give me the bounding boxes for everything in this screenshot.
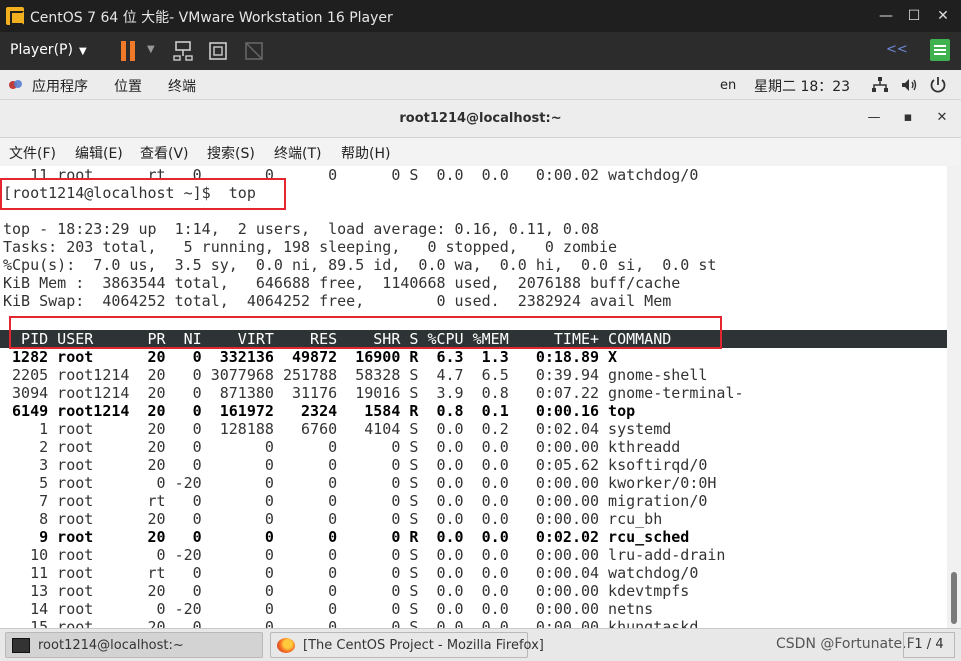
menu-terminal[interactable]: 终端(T) — [274, 143, 321, 163]
terminal-title-bar: root1214@localhost:~ — ▪ ✕ — [0, 100, 961, 138]
top-mem-line: KiB Mem : 3863544 total, 646688 free, 11… — [3, 274, 681, 292]
applications-icon — [9, 79, 23, 91]
top-cpu-line: %Cpu(s): 7.0 us, 3.5 sy, 0.0 ni, 89.5 id… — [3, 256, 717, 274]
back-arrows-icon[interactable]: << — [886, 42, 908, 57]
vmware-title-bar: CentOS 7 64 位 大能- VMware Workstation 16 … — [0, 0, 961, 32]
firefox-icon — [277, 638, 295, 653]
applications-menu[interactable]: 应用程序 — [32, 76, 88, 96]
menu-file[interactable]: 文件(F) — [9, 143, 56, 163]
menu-edit[interactable]: 编辑(E) — [75, 143, 123, 163]
header-annotation-box — [9, 316, 722, 349]
player-menu-label: Player(P) — [10, 42, 73, 58]
clock[interactable]: 星期二 18：23 — [754, 76, 850, 96]
top-swap-line: KiB Swap: 4064252 total, 4064252 free, 0… — [3, 292, 672, 310]
terminal-minimize-button[interactable]: — — [866, 110, 882, 125]
menu-help[interactable]: 帮助(H) — [341, 143, 390, 163]
task-terminal[interactable]: root1214@localhost:~ — [5, 632, 263, 658]
volume-icon[interactable] — [900, 76, 918, 94]
scrollbar-thumb[interactable] — [951, 572, 957, 624]
process-row: 10 root 0 -20 0 0 0 S 0.0 0.0 0:00.00 lr… — [3, 546, 726, 564]
terminal-close-button[interactable]: ✕ — [934, 110, 950, 125]
places-menu[interactable]: 位置 — [114, 76, 142, 96]
gnome-top-panel: 应用程序 位置 终端 en 星期二 18：23 — [0, 70, 961, 100]
terminal-scrollbar[interactable] — [947, 166, 961, 628]
top-uptime-line: top - 18:23:29 up 1:14, 2 users, load av… — [3, 220, 600, 238]
process-row: 7 root rt 0 0 0 0 S 0.0 0.0 0:00.00 migr… — [3, 492, 708, 510]
maximize-button[interactable]: ☐ — [904, 6, 924, 26]
process-row: 8 root 20 0 0 0 0 S 0.0 0.0 0:00.00 rcu_… — [3, 510, 663, 528]
process-row: 5 root 0 -20 0 0 0 S 0.0 0.0 0:00.00 kwo… — [3, 474, 717, 492]
process-row: 6149 root1214 20 0 161972 2324 1584 R 0.… — [3, 402, 636, 420]
task-firefox-label: [The CentOS Project - Mozilla Firefox] — [303, 638, 544, 653]
prompt-annotation-box — [0, 178, 286, 210]
task-terminal-label: root1214@localhost:~ — [38, 638, 184, 653]
top-tasks-line: Tasks: 203 total, 5 running, 198 sleepin… — [3, 238, 618, 256]
vmware-logo-icon — [6, 7, 24, 25]
menu-search[interactable]: 搜索(S) — [207, 143, 255, 163]
process-row: 9 root 20 0 0 0 0 R 0.0 0.0 0:02.02 rcu_… — [3, 528, 690, 546]
process-row: 11 root rt 0 0 0 0 S 0.0 0.0 0:00.04 wat… — [3, 564, 699, 582]
notes-icon[interactable] — [930, 39, 950, 61]
process-row: 3 root 20 0 0 0 0 S 0.0 0.0 0:05.62 ksof… — [3, 456, 708, 474]
terminal-menu-launcher[interactable]: 终端 — [168, 76, 196, 96]
process-row: 1282 root 20 0 332136 49872 16900 R 6.3 … — [3, 348, 618, 366]
network-icon[interactable] — [871, 76, 889, 94]
pause-dropdown-chevron-icon[interactable]: ▼ — [147, 44, 155, 55]
process-row: 13 root 20 0 0 0 0 S 0.0 0.0 0:00.00 kde… — [3, 582, 690, 600]
vmware-window-title: CentOS 7 64 位 大能- VMware Workstation 16 … — [30, 10, 393, 26]
taskbar: root1214@localhost:~ [The CentOS Project… — [0, 628, 961, 661]
send-ctrl-alt-del-icon[interactable] — [172, 40, 194, 62]
vmware-toolbar: Player(P) ▼ ▼ << — [0, 32, 961, 70]
process-row: 1 root 20 0 128188 6760 4104 S 0.0 0.2 0… — [3, 420, 672, 438]
full-screen-icon[interactable] — [207, 40, 229, 62]
player-menu-button[interactable]: Player(P) ▼ — [10, 42, 87, 58]
chevron-down-icon: ▼ — [78, 46, 87, 57]
process-row: 14 root 0 -20 0 0 0 S 0.0 0.0 0:00.00 ne… — [3, 600, 654, 618]
terminal-window-title: root1214@localhost:~ — [399, 111, 562, 126]
process-row: 2 root 20 0 0 0 0 S 0.0 0.0 0:00.00 kthr… — [3, 438, 681, 456]
terminal-maximize-button[interactable]: ▪ — [900, 110, 916, 125]
terminal-output[interactable]: 11 root rt 0 0 0 0 S 0.0 0.0 0:00.02 wat… — [0, 166, 947, 628]
workspace-pager[interactable]: 1 / 4 — [903, 632, 955, 658]
input-language[interactable]: en — [720, 78, 736, 93]
pause-icon[interactable] — [120, 40, 138, 62]
csdn-watermark: CSDN @Fortunate.F — [776, 636, 915, 652]
unity-mode-icon[interactable] — [243, 40, 265, 62]
close-button[interactable]: ✕ — [933, 6, 953, 26]
process-row: 3094 root1214 20 0 871380 31176 19016 S … — [3, 384, 744, 402]
power-icon[interactable] — [929, 76, 947, 94]
terminal-menubar: 文件(F) 编辑(E) 查看(V) 搜索(S) 终端(T) 帮助(H) — [0, 138, 961, 166]
task-firefox[interactable]: [The CentOS Project - Mozilla Firefox] — [270, 632, 544, 658]
process-row: 2205 root1214 20 0 3077968 251788 58328 … — [3, 366, 708, 384]
minimize-button[interactable]: — — [876, 6, 896, 26]
terminal-icon — [12, 638, 30, 653]
process-row: 15 root 20 0 0 0 0 S 0.0 0.0 0:00.00 khu… — [3, 618, 699, 628]
menu-view[interactable]: 查看(V) — [140, 143, 189, 163]
